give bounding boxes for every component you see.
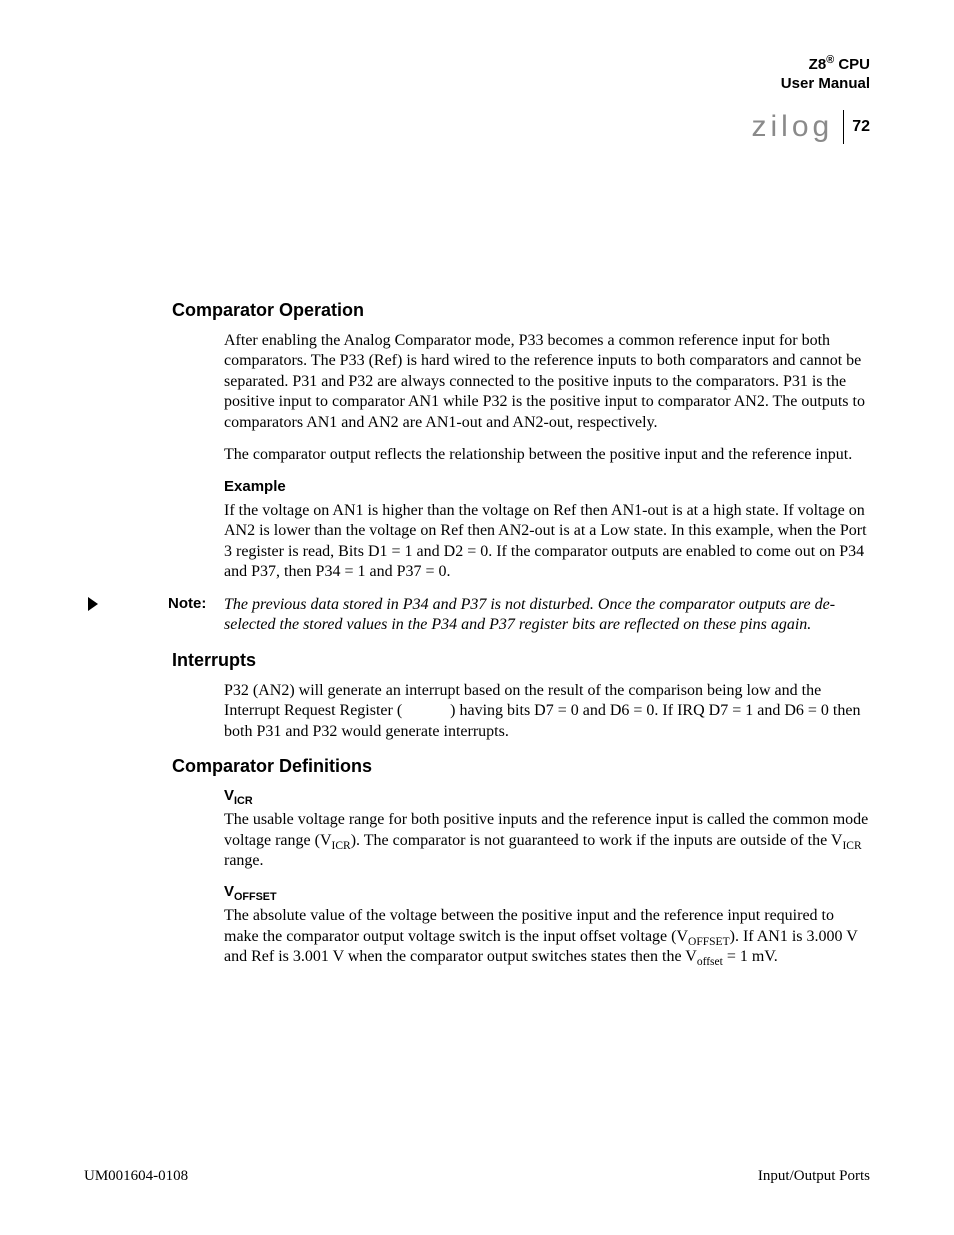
voffset-subscript: OFFSET [234,891,277,903]
heading-comparator-operation: Comparator Operation [172,300,870,321]
comparator-definitions-body: VICR The usable voltage range for both p… [224,787,870,968]
heading-comparator-definitions: Comparator Definitions [172,756,870,777]
heading-example: Example [224,478,870,495]
subscript: ICR [842,840,861,852]
note-text: The previous data stored in P34 and P37 … [224,595,870,636]
page-header: Z8® CPU User Manual [781,56,870,92]
paragraph: P32 (AN2) will generate an interrupt bas… [224,681,870,742]
footer-section-name: Input/Output Ports [758,1168,870,1185]
note-label-wrap: Note: [168,595,224,613]
v-symbol: V [224,787,234,804]
logo-block: zilog 72 [752,110,871,144]
page-footer: UM001604-0108 Input/Output Ports [84,1168,870,1185]
document-page: Z8® CPU User Manual zilog 72 Comparator … [0,0,954,1235]
heading-vicr: VICR [224,787,870,804]
page-number: 72 [852,118,870,136]
product-suffix: CPU [834,56,870,73]
text: ). The comparator is not guaranteed to w… [351,832,843,849]
heading-interrupts: Interrupts [172,650,870,671]
paragraph: The comparator output reflects the relat… [224,445,870,465]
note-arrow-icon [84,595,140,613]
note-gutter [84,595,168,613]
paragraph: After enabling the Analog Comparator mod… [224,331,870,433]
interrupts-body: P32 (AN2) will generate an interrupt bas… [224,681,870,742]
product-title: Z8® CPU [781,56,870,75]
vicr-subscript: ICR [234,795,253,807]
paragraph: The usable voltage range for both positi… [224,810,870,871]
footer-doc-id: UM001604-0108 [84,1168,188,1185]
page-content: Comparator Operation After enabling the … [84,300,870,980]
registered-mark: ® [826,54,834,66]
logo-divider [843,110,844,144]
document-subtitle: User Manual [781,75,870,92]
note-label: Note: [168,595,212,612]
paragraph: The absolute value of the voltage betwee… [224,906,870,967]
subscript: offset [697,957,723,969]
v-symbol: V [224,883,234,900]
comparator-operation-body: After enabling the Analog Comparator mod… [224,331,870,583]
note-block: Note: The previous data stored in P34 an… [84,595,870,636]
subscript: OFFSET [688,936,730,948]
product-name: Z8 [809,56,827,73]
paragraph: If the voltage on AN1 is higher than the… [224,501,870,583]
subscript: ICR [332,840,351,852]
text: range. [224,852,264,869]
blank-space [402,702,450,719]
zilog-logo: zilog [752,110,834,144]
text: = 1 mV. [723,948,778,965]
heading-voffset: VOFFSET [224,883,870,900]
